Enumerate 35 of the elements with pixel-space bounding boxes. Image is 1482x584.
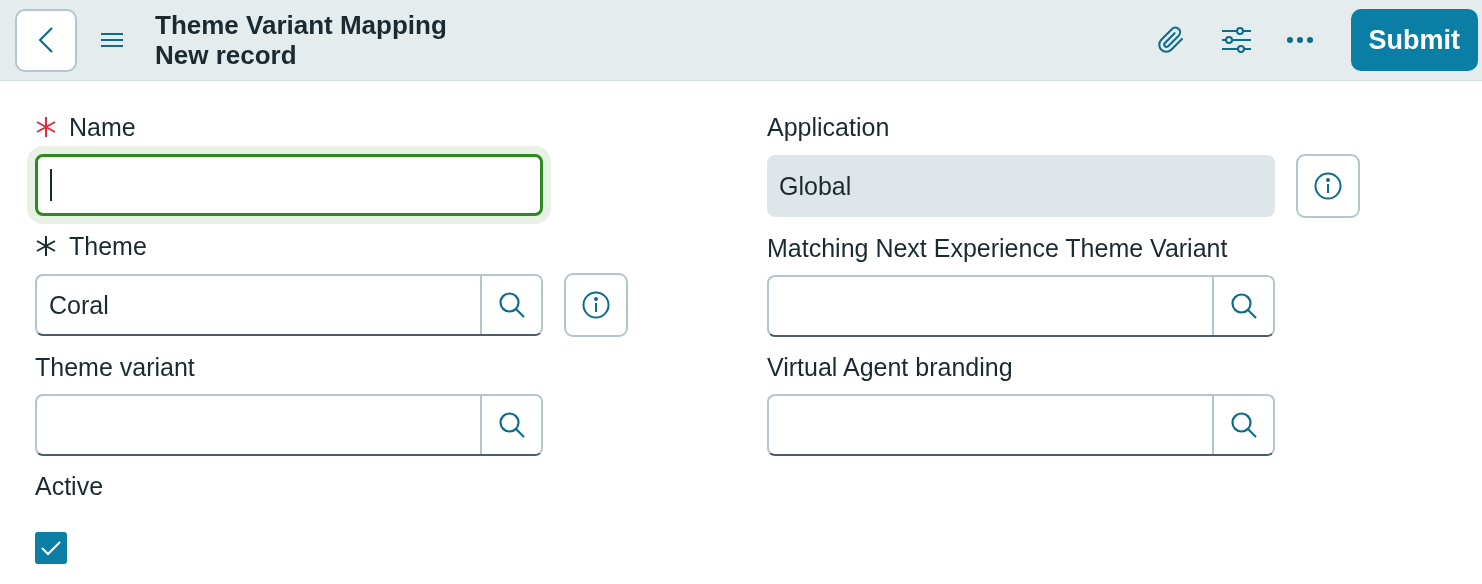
menu-icon <box>101 32 123 48</box>
read-only-field: Global <box>767 155 1275 217</box>
submit-button[interactable]: Submit <box>1350 9 1478 71</box>
search-button[interactable] <box>1212 277 1273 335</box>
search-icon <box>497 291 526 319</box>
search-button[interactable] <box>480 396 541 454</box>
field-label: Virtual Agent branding <box>767 352 1013 382</box>
search-button[interactable] <box>480 276 541 334</box>
reference-field[interactable] <box>35 394 543 456</box>
field-label: Theme variant <box>35 352 195 382</box>
info-button[interactable] <box>1296 154 1360 218</box>
paperclip-icon <box>1156 25 1185 55</box>
chevron-left-icon <box>39 27 53 53</box>
info-icon <box>1314 172 1342 200</box>
check-icon <box>41 540 61 556</box>
sliders-icon <box>1220 27 1251 53</box>
record-subtitle: New record <box>155 40 298 70</box>
search-icon <box>1229 292 1258 320</box>
field-label: Application <box>767 112 890 142</box>
field-label: Name <box>69 112 136 142</box>
reference-field[interactable] <box>767 394 1275 456</box>
reference-field[interactable]: Coral <box>35 274 543 336</box>
info-icon <box>582 291 610 319</box>
search-icon <box>497 411 526 439</box>
checkbox[interactable] <box>35 532 67 564</box>
search-icon <box>1229 411 1258 439</box>
field-label: Matching Next Experience Theme Variant <box>767 233 1228 263</box>
text-cursor <box>50 169 52 201</box>
more-icon <box>1286 37 1313 43</box>
field-label: Theme <box>69 231 147 261</box>
search-button[interactable] <box>1212 396 1273 454</box>
info-button[interactable] <box>564 273 628 337</box>
reference-field[interactable] <box>767 275 1275 337</box>
record-title: Theme Variant Mapping <box>155 10 448 40</box>
field-label: Active <box>35 471 104 501</box>
